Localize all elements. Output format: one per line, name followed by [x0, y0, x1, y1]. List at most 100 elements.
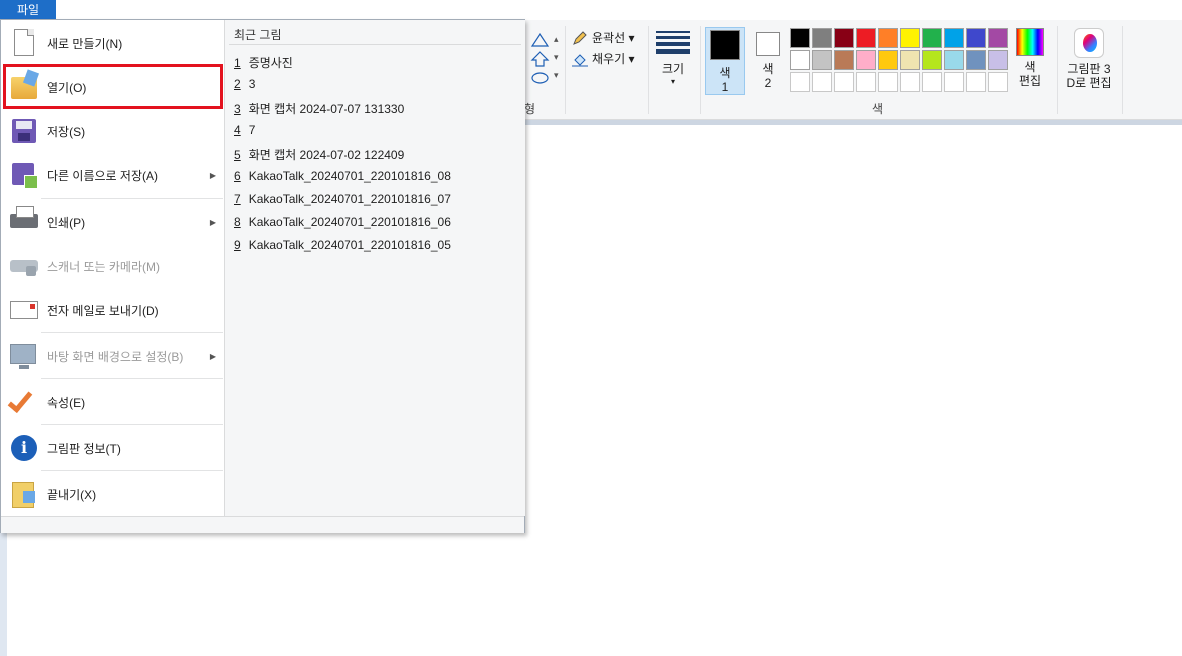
palette-custom-swatch[interactable] — [944, 72, 964, 92]
menu-separator — [41, 470, 223, 471]
recent-picture-item[interactable]: 3 화면 캡처 2024-07-07 131330 — [234, 100, 404, 117]
menu-save-label: 저장(S) — [47, 124, 86, 139]
menu-exit[interactable]: 끝내기(X) — [1, 472, 224, 516]
palette-custom-swatch[interactable] — [812, 72, 832, 92]
recent-picture-item[interactable]: 1 증명사진 — [234, 54, 293, 71]
palette-custom-swatch[interactable] — [834, 72, 854, 92]
pencil-outline-icon — [572, 30, 588, 46]
recent-item-number: 2 — [234, 77, 241, 91]
palette-custom-swatch[interactable] — [856, 72, 876, 92]
recent-picture-item[interactable]: 23 — [234, 77, 255, 91]
recent-item-name: 7 — [248, 123, 256, 137]
fill-button[interactable]: 채우기 ▾ — [572, 50, 634, 67]
recent-picture-item[interactable]: 7 KakaoTalk_20240701_220101816_07 — [234, 192, 451, 206]
palette-swatch[interactable] — [812, 28, 832, 48]
menu-print-label: 인쇄(P) — [47, 215, 86, 230]
menu-save-as[interactable]: 다른 이름으로 저장(A) ▶ — [1, 153, 224, 197]
palette-swatch[interactable] — [856, 28, 876, 48]
palette-swatch[interactable] — [812, 50, 832, 70]
palette-custom-swatch[interactable] — [988, 72, 1008, 92]
properties-check-icon — [7, 386, 40, 418]
submenu-arrow-icon: ▶ — [209, 217, 216, 227]
recent-picture-item[interactable]: 47 — [234, 123, 255, 137]
menu-properties[interactable]: 속성(E) — [1, 380, 224, 424]
recent-picture-item[interactable]: 8 KakaoTalk_20240701_220101816_06 — [234, 215, 451, 229]
recent-item-number: 9 — [234, 238, 241, 252]
palette-swatch[interactable] — [834, 28, 854, 48]
palette-custom-swatch[interactable] — [966, 72, 986, 92]
recent-picture-item[interactable]: 9 KakaoTalk_20240701_220101816_05 — [234, 238, 451, 252]
recent-item-number: 3 — [234, 102, 241, 116]
palette-swatch[interactable] — [966, 28, 986, 48]
color2-number: 2 — [764, 76, 772, 90]
palette-custom-swatch[interactable] — [878, 72, 898, 92]
recent-item-number: 5 — [234, 148, 241, 162]
menu-about-label: 그림판 정보(T) — [47, 441, 121, 456]
size-label: 크기 — [661, 62, 685, 76]
palette-swatch[interactable] — [966, 50, 986, 70]
save-as-icon — [8, 159, 40, 191]
menu-print[interactable]: 인쇄(P) ▶ — [1, 200, 224, 244]
color1-number: 1 — [721, 80, 729, 94]
paint3d-label-2: D로 편집 — [1066, 76, 1112, 90]
email-icon — [8, 294, 40, 326]
palette-swatch[interactable] — [944, 28, 964, 48]
scanner-icon — [8, 250, 40, 282]
color-palette — [789, 27, 1009, 93]
color2-button[interactable]: 색 2 — [748, 27, 788, 95]
palette-swatch[interactable] — [900, 28, 920, 48]
new-document-icon — [8, 27, 40, 59]
paint3d-icon — [1074, 28, 1104, 58]
menu-exit-label: 끝내기(X) — [47, 487, 97, 502]
recent-picture-item[interactable]: 5 화면 캡처 2024-07-02 122409 — [234, 146, 404, 163]
menu-about-paint[interactable]: i 그림판 정보(T) — [1, 426, 224, 470]
menu-desktop-bg-label: 바탕 화면 배경으로 설정(B) — [47, 349, 184, 364]
menu-set-desktop-background[interactable]: 바탕 화면 배경으로 설정(B) ▶ — [1, 334, 224, 378]
menu-new-label: 새로 만들기(N) — [47, 36, 123, 51]
color1-button[interactable]: 색 1 — [705, 27, 745, 95]
recent-item-name: KakaoTalk_20240701_220101816_05 — [248, 238, 451, 252]
menu-new[interactable]: 새로 만들기(N) — [1, 21, 224, 65]
recent-picture-item[interactable]: 6 KakaoTalk_20240701_220101816_08 — [234, 169, 451, 183]
paint3d-label-1: 그림판 3 — [1067, 62, 1111, 76]
outline-button[interactable]: 윤곽선 ▾ — [572, 29, 634, 46]
recent-item-name: 증명사진 — [248, 56, 293, 70]
palette-swatch[interactable] — [922, 50, 942, 70]
palette-swatch[interactable] — [790, 28, 810, 48]
recent-item-name: KakaoTalk_20240701_220101816_07 — [248, 192, 451, 206]
file-menu-footer — [1, 516, 524, 533]
palette-swatch[interactable] — [878, 50, 898, 70]
printer-icon — [8, 206, 40, 238]
palette-swatch[interactable] — [900, 50, 920, 70]
palette-swatch[interactable] — [944, 50, 964, 70]
file-tab[interactable]: 파일 — [0, 0, 56, 20]
menu-send-email[interactable]: 전자 메일로 보내기(D) — [1, 288, 224, 332]
palette-swatch[interactable] — [988, 50, 1008, 70]
menu-scanner-camera[interactable]: 스캐너 또는 카메라(M) — [1, 244, 224, 288]
recent-item-name: KakaoTalk_20240701_220101816_08 — [248, 169, 451, 183]
recent-item-number: 4 — [234, 123, 241, 137]
palette-custom-swatch[interactable] — [900, 72, 920, 92]
recent-item-name: 화면 캡처 2024-07-07 131330 — [248, 102, 405, 116]
palette-swatch[interactable] — [988, 28, 1008, 48]
submenu-arrow-icon: ▶ — [209, 351, 216, 361]
recent-item-number: 7 — [234, 192, 241, 206]
recent-pictures-panel: 최근 그림 1 증명사진 2 3 3 화면 캡처 2024-07-07 131330 4 7 5… — [224, 20, 525, 516]
edit-with-paint3d-button[interactable]: 그림판 3 D로 편집 — [1062, 28, 1116, 90]
size-button[interactable]: 크기 ▾ — [652, 28, 694, 94]
palette-swatch[interactable] — [922, 28, 942, 48]
menu-save[interactable]: 저장(S) — [1, 109, 224, 153]
palette-swatch[interactable] — [834, 50, 854, 70]
edit-colors-label-1: 색 — [1024, 60, 1036, 74]
shapes-scroll-arrows[interactable]: ▴ ▾ ▾ — [554, 30, 559, 84]
palette-swatch[interactable] — [878, 28, 898, 48]
palette-custom-swatch[interactable] — [922, 72, 942, 92]
menu-properties-label: 속성(E) — [47, 395, 86, 410]
palette-swatch[interactable] — [856, 50, 876, 70]
shapes-group-label: 형 — [524, 102, 536, 116]
edit-colors-button[interactable]: 색 편집 — [1011, 28, 1049, 88]
recent-item-number: 8 — [234, 215, 241, 229]
desktop-background-icon — [8, 340, 40, 372]
palette-custom-swatch[interactable] — [790, 72, 810, 92]
palette-swatch[interactable] — [790, 50, 810, 70]
